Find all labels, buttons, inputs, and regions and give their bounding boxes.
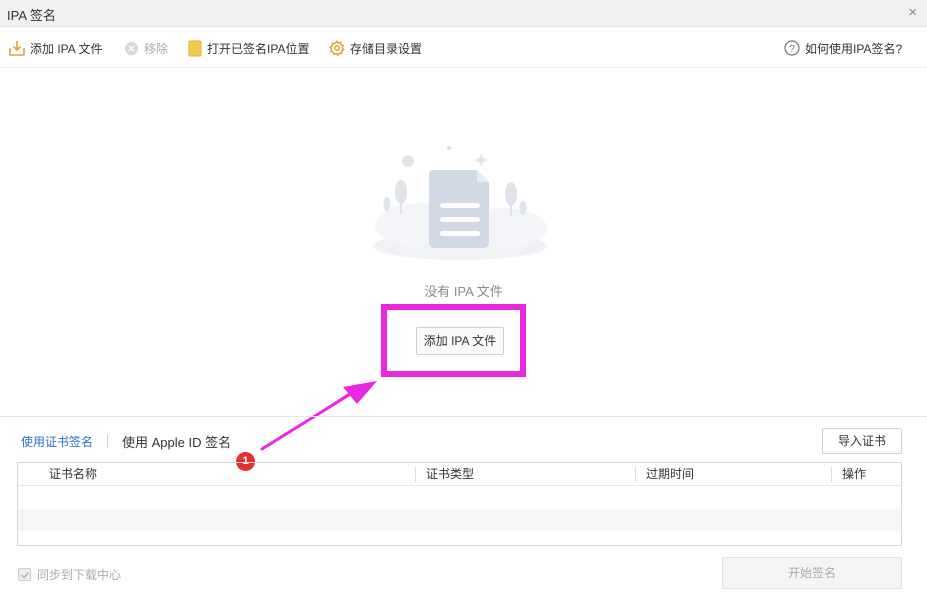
tab-divider: [107, 434, 109, 448]
svg-text:?: ?: [789, 44, 795, 55]
check-icon: [20, 571, 30, 579]
add-ipa-button[interactable]: 添加 IPA 文件: [416, 327, 504, 355]
column-header-cert-type[interactable]: 证书类型: [426, 463, 474, 486]
cert-table: 证书名称 证书类型 过期时间 操作: [17, 462, 902, 546]
folder-icon: [188, 40, 202, 56]
remove-icon: [124, 41, 139, 55]
help-label: 如何使用IPA签名?: [805, 41, 903, 56]
column-divider: [635, 467, 636, 482]
add-ipa-label: 添加 IPA 文件: [30, 41, 103, 56]
window-title: IPA 签名: [7, 8, 56, 23]
help-link[interactable]: ? 如何使用IPA签名?: [784, 28, 902, 68]
table-row: [18, 487, 901, 509]
sync-download-option: 同步到下载中心: [18, 566, 121, 582]
tab-apple-id-sign[interactable]: 使用 Apple ID 签名: [122, 432, 231, 451]
title-bar: IPA 签名 ×: [0, 0, 927, 27]
cert-table-header: 证书名称 证书类型 过期时间 操作: [18, 463, 901, 486]
gear-icon: [329, 40, 345, 56]
sync-download-checkbox[interactable]: [18, 567, 31, 581]
storage-settings-label: 存储目录设置: [350, 41, 423, 56]
column-divider: [415, 467, 416, 482]
help-icon: ?: [784, 40, 800, 56]
toolbar: 添加 IPA 文件 移除 打开已签名IPA位置 存储目录设置 ? 如何使用IPA…: [0, 28, 927, 68]
column-header-expire-time[interactable]: 过期时间: [646, 463, 694, 486]
section-divider: [0, 416, 927, 417]
import-cert-button[interactable]: 导入证书: [822, 428, 902, 454]
sign-method-tabs: 使用证书签名 使用 Apple ID 签名: [21, 432, 231, 451]
open-signed-location-button[interactable]: 打开已签名IPA位置: [188, 28, 309, 68]
column-header-actions[interactable]: 操作: [842, 463, 866, 486]
add-ipa-toolbar-button[interactable]: 添加 IPA 文件: [9, 28, 102, 68]
open-signed-location-label: 打开已签名IPA位置: [207, 41, 310, 56]
empty-state-message: 没有 IPA 文件: [424, 284, 503, 299]
close-icon[interactable]: ×: [908, 4, 917, 22]
tab-cert-sign[interactable]: 使用证书签名: [21, 433, 93, 450]
empty-file-illustration: [373, 146, 547, 260]
start-sign-button[interactable]: 开始签名: [722, 557, 902, 589]
table-row: [18, 509, 901, 531]
column-header-cert-name[interactable]: 证书名称: [49, 463, 97, 486]
column-divider: [831, 467, 832, 482]
storage-settings-button[interactable]: 存储目录设置: [329, 28, 422, 68]
import-icon: [9, 41, 25, 56]
sync-download-label: 同步到下载中心: [37, 567, 122, 582]
remove-label: 移除: [144, 41, 169, 56]
remove-button[interactable]: 移除: [124, 28, 168, 68]
